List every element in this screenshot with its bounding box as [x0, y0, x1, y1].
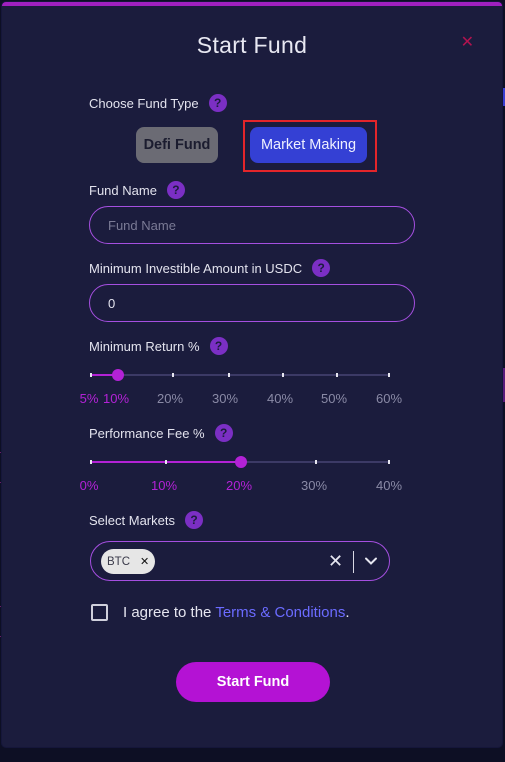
min-return-label: Minimum Return % — [89, 338, 200, 354]
terms-checkbox[interactable] — [91, 604, 108, 621]
help-icon[interactable]: ? — [208, 94, 227, 112]
fund-name-label: Fund Name — [89, 182, 157, 198]
min-return-tick-label: 60% — [375, 391, 403, 406]
performance-fee-slider-thumb[interactable] — [235, 456, 247, 468]
slider-tick — [336, 373, 338, 377]
min-investible-label-row: Minimum Investible Amount in USDC ? — [89, 259, 331, 277]
remove-chip-icon[interactable]: ✕ — [140, 555, 149, 568]
slider-tick — [228, 373, 230, 377]
min-investible-input[interactable] — [89, 284, 415, 322]
help-icon[interactable]: ? — [312, 259, 331, 277]
performance-fee-label: Performance Fee % — [89, 425, 205, 441]
performance-fee-tick-label: 0% — [79, 478, 99, 493]
select-divider — [353, 551, 354, 573]
performance-fee-tick-label: 10% — [150, 478, 178, 493]
close-icon[interactable]: ✕ — [461, 32, 474, 52]
min-return-tick-label: 10% — [102, 391, 130, 406]
slider-track — [90, 374, 390, 376]
performance-fee-slider[interactable] — [90, 456, 390, 468]
markets-select[interactable]: BTC ✕ ✕ — [90, 541, 390, 581]
min-return-label-row: Minimum Return % ? — [89, 337, 228, 355]
min-return-slider[interactable] — [90, 369, 390, 381]
min-return-slider-thumb[interactable] — [112, 369, 124, 381]
performance-fee-tick-label: 40% — [375, 478, 403, 493]
defi-fund-button[interactable]: Defi Fund — [136, 127, 218, 163]
min-return-tick-label: 5% — [79, 391, 99, 406]
chevron-down-icon[interactable] — [364, 554, 378, 573]
help-icon[interactable]: ? — [209, 337, 228, 355]
performance-fee-label-row: Performance Fee % ? — [89, 424, 233, 442]
start-fund-modal: Start Fund ✕ Choose Fund Type ? Defi Fun… — [2, 2, 502, 747]
fund-type-label-row: Choose Fund Type ? — [89, 94, 227, 112]
terms-suffix: . — [345, 604, 350, 621]
min-return-tick-label: 40% — [266, 391, 294, 406]
terms-agreement-text: I agree to the Terms & Conditions. — [123, 604, 350, 621]
slider-tick — [315, 460, 317, 464]
slider-tick — [172, 373, 174, 377]
terms-link[interactable]: Terms & Conditions — [215, 604, 345, 621]
slider-tick — [90, 373, 92, 377]
fund-type-label: Choose Fund Type — [89, 95, 199, 111]
min-return-tick-label: 20% — [156, 391, 184, 406]
help-icon[interactable]: ? — [214, 424, 233, 442]
market-making-button[interactable]: Market Making — [250, 127, 367, 163]
performance-fee-tick-label: 20% — [225, 478, 253, 493]
slider-tick — [388, 373, 390, 377]
help-icon[interactable]: ? — [166, 181, 185, 199]
market-chip: BTC ✕ — [101, 549, 155, 574]
select-markets-label: Select Markets — [89, 512, 175, 528]
fund-name-input[interactable] — [89, 206, 415, 244]
start-fund-button[interactable]: Start Fund — [176, 662, 330, 702]
min-investible-label: Minimum Investible Amount in USDC — [89, 260, 303, 276]
fund-name-label-row: Fund Name ? — [89, 181, 185, 199]
terms-prefix: I agree to the — [123, 604, 212, 621]
slider-tick — [165, 460, 167, 464]
slider-tick — [388, 460, 390, 464]
performance-fee-tick-label: 30% — [300, 478, 328, 493]
help-icon[interactable]: ? — [184, 511, 203, 529]
slider-tick — [90, 460, 92, 464]
market-chip-label: BTC — [107, 555, 130, 568]
slider-tick — [282, 373, 284, 377]
min-return-tick-label: 30% — [211, 391, 239, 406]
min-return-tick-label: 50% — [320, 391, 348, 406]
select-markets-label-row: Select Markets ? — [89, 511, 203, 529]
modal-title: Start Fund — [196, 32, 308, 58]
clear-selection-icon[interactable]: ✕ — [328, 551, 343, 572]
